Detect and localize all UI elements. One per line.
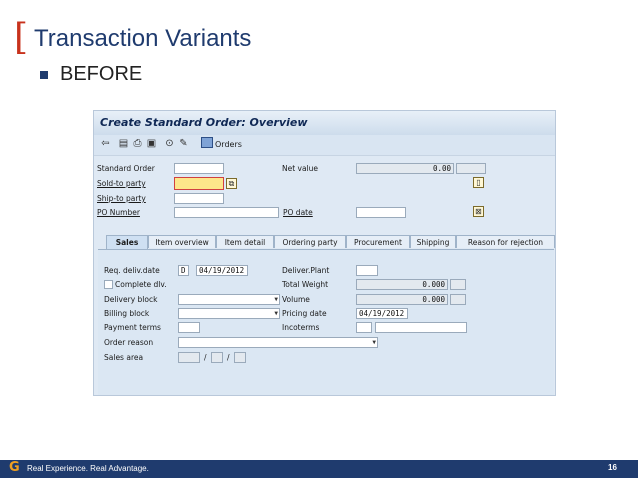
sales-org-field bbox=[178, 352, 200, 363]
volume-unit-field bbox=[450, 294, 466, 305]
net-value-field: 0.00 bbox=[356, 163, 454, 174]
bullet-text: BEFORE bbox=[60, 63, 143, 85]
volume-field: 0.000 bbox=[356, 294, 448, 305]
orders-button[interactable]: Orders bbox=[201, 137, 242, 152]
po-number-label[interactable]: PO Number bbox=[97, 208, 140, 218]
delivery-block-label: Delivery block bbox=[104, 295, 158, 304]
tab-sales[interactable]: Sales bbox=[106, 235, 148, 249]
pricing-date-field[interactable]: 04/19/2012 bbox=[356, 308, 408, 319]
footer-tagline: Real Experience. Real Advantage. bbox=[27, 464, 149, 473]
sold-to-party-field[interactable] bbox=[174, 177, 224, 190]
slide-title: Transaction Variants bbox=[34, 25, 252, 52]
payment-terms-label: Payment terms bbox=[104, 323, 161, 332]
document-flow-icon[interactable]: ▤ bbox=[118, 138, 129, 149]
page-number: 16 bbox=[608, 463, 617, 472]
incoterms-field[interactable] bbox=[356, 322, 372, 333]
sap-window: Create Standard Order: Overview ⇦ ▤ ⎙ ▣ … bbox=[93, 110, 556, 396]
req-deliv-date-field[interactable]: 04/19/2012 bbox=[196, 265, 248, 276]
header-icon[interactable]: ▣ bbox=[146, 138, 157, 149]
complete-dlv-checkbox[interactable] bbox=[104, 280, 113, 289]
standard-order-field[interactable] bbox=[174, 163, 224, 174]
delivery-block-dropdown[interactable] bbox=[178, 294, 280, 305]
ship-to-party-field[interactable] bbox=[174, 193, 224, 204]
sap-toolbar: ⇦ ▤ ⎙ ▣ ⊙ ✎ Orders bbox=[94, 135, 555, 156]
document-icon[interactable]: ▯ bbox=[473, 177, 484, 188]
logo-letter: G bbox=[9, 460, 20, 475]
order-reason-label: Order reason bbox=[104, 338, 154, 347]
sold-to-search-icon[interactable]: ⧉ bbox=[226, 178, 237, 189]
print-icon[interactable]: ⎙ bbox=[132, 138, 143, 149]
pricing-date-label: Pricing date bbox=[282, 309, 327, 318]
distribution-channel-field bbox=[211, 352, 223, 363]
standard-order-label: Standard Order bbox=[97, 164, 155, 173]
company-logo-icon: G bbox=[9, 461, 23, 475]
req-deliv-date-label: Req. deliv.date bbox=[104, 266, 160, 275]
sales-area-separator: / bbox=[227, 353, 230, 362]
sap-window-title: Create Standard Order: Overview bbox=[94, 111, 555, 135]
incoterms-label: Incoterms bbox=[282, 323, 320, 332]
tab-strip: Sales Item overview Item detail Ordering… bbox=[98, 235, 555, 249]
po-number-field[interactable] bbox=[174, 207, 279, 218]
tab-ordering-party[interactable]: Ordering party bbox=[274, 235, 346, 248]
req-deliv-date-type-field[interactable]: D bbox=[178, 265, 189, 276]
total-weight-label: Total Weight bbox=[282, 280, 329, 289]
tab-reason-for-rejection[interactable]: Reason for rejection bbox=[456, 235, 555, 248]
sales-area-label: Sales area bbox=[104, 353, 144, 362]
back-icon[interactable]: ⇦ bbox=[100, 138, 111, 149]
division-field bbox=[234, 352, 246, 363]
tab-procurement[interactable]: Procurement bbox=[346, 235, 410, 248]
order-reason-dropdown[interactable] bbox=[178, 337, 378, 348]
billing-block-label: Billing block bbox=[104, 309, 150, 318]
weight-unit-field bbox=[450, 279, 466, 290]
net-value-label: Net value bbox=[282, 164, 319, 173]
deliver-plant-field[interactable] bbox=[356, 265, 378, 276]
volume-label: Volume bbox=[282, 295, 310, 304]
po-date-field[interactable] bbox=[356, 207, 406, 218]
po-date-label[interactable]: PO date bbox=[283, 208, 313, 218]
orders-label: Orders bbox=[215, 140, 242, 149]
billing-block-dropdown[interactable] bbox=[178, 308, 280, 319]
deliver-plant-label: Deliver.Plant bbox=[282, 266, 330, 275]
tab-shipping[interactable]: Shipping bbox=[410, 235, 456, 248]
total-weight-field: 0.000 bbox=[356, 279, 448, 290]
bullet-square-icon bbox=[40, 71, 48, 79]
title-bracket: [ bbox=[14, 17, 29, 58]
tab-item-detail[interactable]: Item detail bbox=[216, 235, 274, 248]
orders-icon bbox=[201, 137, 213, 148]
complete-dlv-label: Complete dlv. bbox=[115, 280, 167, 289]
payment-terms-field[interactable] bbox=[178, 322, 200, 333]
display-icon[interactable]: ⊙ bbox=[164, 138, 175, 149]
po-data-icon[interactable]: ⊠ bbox=[473, 206, 484, 217]
ship-to-party-label[interactable]: Ship-to party bbox=[97, 194, 146, 204]
sales-area-separator: / bbox=[204, 353, 207, 362]
tab-item-overview[interactable]: Item overview bbox=[148, 235, 216, 248]
currency-field bbox=[456, 163, 486, 174]
incoterms-location-field[interactable] bbox=[375, 322, 467, 333]
edit-icon[interactable]: ✎ bbox=[178, 138, 189, 149]
sold-to-party-label[interactable]: Sold-to party bbox=[97, 179, 146, 189]
